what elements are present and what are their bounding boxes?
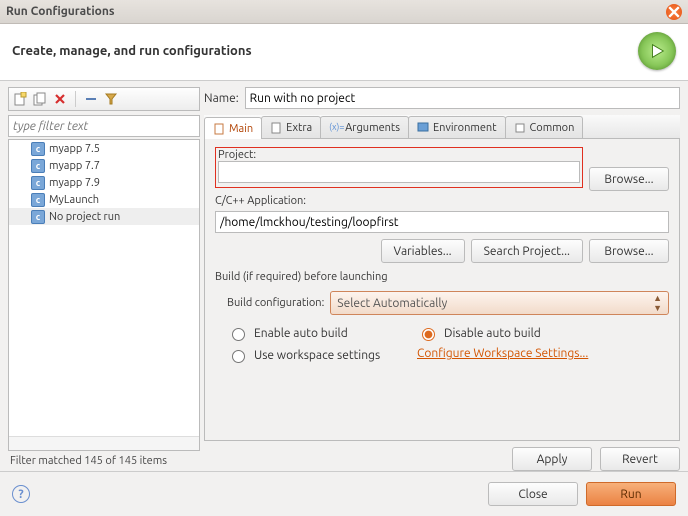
tree-item[interactable]: c myapp 7.5 [9, 140, 199, 157]
tree-item[interactable]: c myapp 7.9 [9, 174, 199, 191]
app-input[interactable] [215, 211, 669, 233]
enable-auto-build-radio[interactable]: Enable auto build [227, 325, 417, 341]
tree-item-selected[interactable]: c No project run [9, 208, 199, 225]
search-project-button[interactable]: Search Project... [471, 239, 583, 263]
config-tree[interactable]: c myapp 7.5 c myapp 7.7 c myapp 7.9 c MyLaun… [8, 139, 200, 451]
name-label: Name: [204, 92, 239, 105]
tab-label: Environment [433, 122, 497, 134]
header-subtitle: Create, manage, and run configurations [12, 44, 638, 58]
doc-icon [213, 123, 225, 135]
run-icon [638, 32, 676, 70]
tab-bar: Main Extra (x)= Arguments Environment Com… [204, 115, 680, 139]
build-config-select[interactable]: Select Automatically ▲▼ [330, 291, 669, 315]
duplicate-config-icon[interactable] [33, 92, 47, 106]
workspace-settings-radio[interactable]: Use workspace settings [227, 347, 417, 363]
radio-label: Disable auto build [444, 327, 541, 340]
tab-environment[interactable]: Environment [408, 116, 506, 138]
window-title: Run Configurations [6, 5, 666, 18]
disable-auto-build-radio[interactable]: Disable auto build [417, 325, 669, 341]
configure-workspace-link[interactable]: Configure Workspace Settings... [417, 347, 669, 363]
c-app-icon: c [31, 210, 45, 224]
run-button[interactable]: Run [586, 482, 676, 506]
filter-icon[interactable] [104, 92, 118, 106]
tab-label: Main [229, 123, 253, 135]
tab-main[interactable]: Main [204, 117, 262, 139]
tree-item-label: myapp 7.9 [49, 177, 100, 189]
tab-arguments[interactable]: (x)= Arguments [320, 116, 409, 138]
tree-item-label: myapp 7.7 [49, 160, 100, 172]
app-browse-button[interactable]: Browse... [589, 239, 669, 263]
args-icon: (x)= [329, 122, 341, 134]
variables-button[interactable]: Variables... [381, 239, 465, 263]
project-input[interactable] [218, 161, 580, 183]
tree-item-label: MyLaunch [49, 194, 99, 206]
name-input[interactable] [245, 87, 680, 109]
tree-item[interactable]: c MyLaunch [9, 191, 199, 208]
help-button[interactable]: ? [12, 485, 30, 503]
env-icon [417, 122, 429, 134]
radio-label: Use workspace settings [254, 349, 380, 362]
c-app-icon: c [31, 159, 45, 173]
build-section-label: Build (if required) before launching [215, 271, 669, 283]
collapse-icon[interactable] [84, 92, 98, 106]
tree-item[interactable]: c myapp 7.7 [9, 157, 199, 174]
build-config-label: Build configuration: [227, 297, 324, 309]
common-icon [514, 122, 526, 134]
tree-item-label: myapp 7.5 [49, 143, 100, 155]
close-button[interactable]: Close [488, 482, 578, 506]
project-browse-button[interactable]: Browse... [589, 167, 669, 191]
doc-icon [270, 122, 282, 134]
new-config-icon[interactable] [13, 92, 27, 106]
c-app-icon: c [31, 176, 45, 190]
filter-input[interactable] [8, 115, 200, 137]
window-close-button[interactable] [666, 4, 682, 20]
tab-label: Extra [286, 122, 312, 134]
app-label: C/C++ Application: [215, 195, 669, 207]
tab-label: Arguments [345, 122, 400, 134]
project-highlight: Project: [215, 147, 583, 188]
chevron-updown-icon: ▲▼ [653, 293, 662, 313]
tree-item-label: No project run [49, 211, 120, 223]
apply-button[interactable]: Apply [512, 447, 592, 471]
build-config-value: Select Automatically [337, 297, 447, 310]
tab-extra[interactable]: Extra [261, 116, 321, 138]
sidebar-toolbar [8, 87, 200, 111]
revert-button[interactable]: Revert [600, 447, 680, 471]
scrollbar[interactable] [9, 436, 199, 450]
delete-config-icon[interactable] [53, 92, 67, 106]
close-icon [666, 4, 682, 20]
c-app-icon: c [31, 193, 45, 207]
c-app-icon: c [31, 142, 45, 156]
tab-common[interactable]: Common [505, 116, 584, 138]
radio-label: Enable auto build [254, 327, 348, 340]
tab-label: Common [530, 122, 575, 134]
project-label: Project: [218, 149, 580, 161]
filter-status: Filter matched 145 of 145 items [8, 451, 200, 471]
